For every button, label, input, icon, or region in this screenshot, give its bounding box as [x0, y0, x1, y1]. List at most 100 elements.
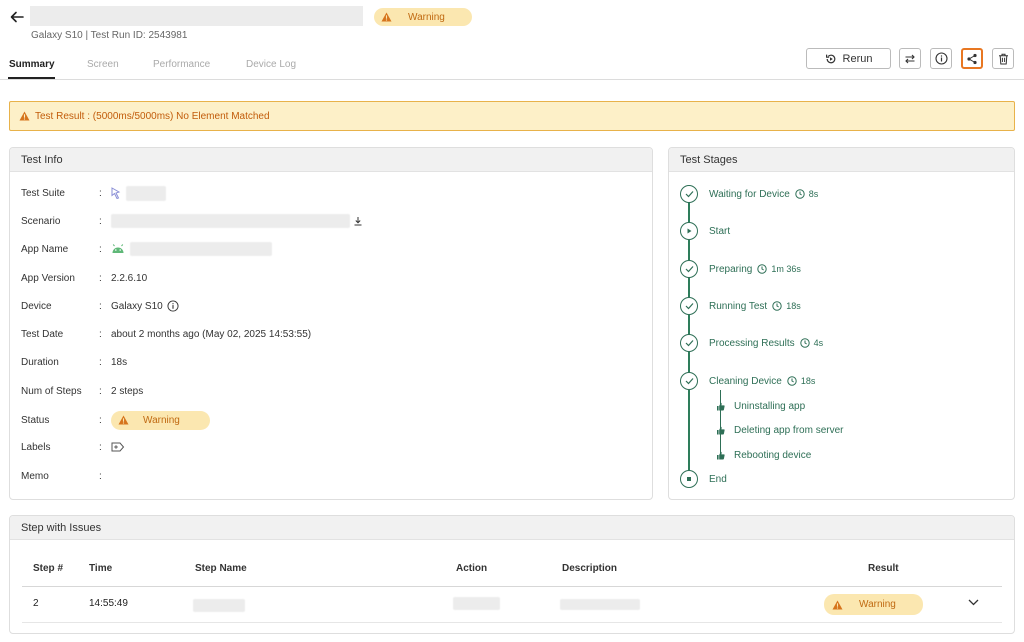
clock-icon — [795, 189, 805, 199]
column-header-time: Time — [89, 563, 113, 574]
stage-duration: 1m 36s — [771, 264, 801, 274]
column-header-description: Description — [562, 563, 618, 574]
info-label: Device — [21, 300, 52, 312]
thumbs-up-icon — [717, 451, 725, 460]
thumbs-up-icon — [717, 426, 725, 435]
status-badge: Warning — [111, 410, 210, 430]
test-title-redacted — [30, 6, 363, 26]
cell-description-redacted — [560, 599, 640, 610]
num-steps-value: 2 steps — [111, 385, 144, 397]
cell-step: 2 — [33, 598, 39, 609]
info-icon — [934, 52, 948, 65]
add-label-icon[interactable] — [111, 441, 125, 453]
substep-label: Uninstalling app — [734, 401, 806, 412]
column-header-action: Action — [456, 563, 488, 574]
info-row-status: Status : Warning — [21, 410, 210, 430]
page-subtitle: Galaxy S10 | Test Run ID: 2543981 — [31, 30, 188, 41]
info-row-scenario: Scenario : — [21, 214, 363, 228]
check-icon — [680, 372, 698, 390]
trash-icon — [998, 53, 1008, 64]
clock-icon — [799, 338, 810, 348]
download-icon[interactable] — [353, 216, 363, 226]
tab-screen[interactable]: Screen — [87, 59, 119, 70]
step-issues-title: Step with Issues — [10, 516, 1014, 540]
stage-label: Preparing — [709, 263, 753, 275]
tab-performance[interactable]: Performance — [153, 59, 210, 70]
compare-icon — [905, 54, 915, 63]
stage-connector — [688, 277, 690, 297]
back-arrow-icon[interactable] — [9, 9, 25, 25]
share-icon — [967, 53, 977, 64]
check-icon — [680, 334, 698, 352]
compare-button[interactable] — [899, 48, 921, 69]
result-label: Warning — [859, 599, 896, 610]
stop-icon — [680, 470, 698, 488]
rerun-label: Rerun — [842, 52, 873, 65]
app-name-redacted — [130, 242, 272, 256]
info-colon: : — [99, 187, 102, 199]
info-label: Labels — [21, 441, 51, 453]
duration-value: 18s — [111, 356, 128, 368]
rerun-button[interactable]: Rerun — [806, 48, 891, 69]
info-colon: : — [99, 356, 102, 368]
warning-icon — [118, 415, 129, 425]
info-row-duration: Duration : 18s — [21, 355, 127, 369]
info-row-test-date: Test Date : about 2 months ago (May 02, … — [21, 327, 311, 341]
info-colon: : — [99, 328, 102, 340]
info-row-memo: Memo : — [21, 469, 111, 483]
stage-preparing: Preparing 1m 36s — [680, 260, 801, 278]
scenario-redacted — [111, 214, 350, 228]
info-label: Duration — [21, 356, 59, 368]
tab-summary[interactable]: Summary — [9, 59, 55, 70]
tab-device-log[interactable]: Device Log — [246, 59, 296, 70]
delete-button[interactable] — [992, 48, 1014, 69]
cell-action-redacted — [453, 597, 500, 610]
stage-label: End — [709, 473, 727, 485]
info-colon: : — [99, 414, 102, 426]
stage-connector — [688, 240, 690, 260]
stage-connector — [688, 202, 690, 222]
test-result-alert: Test Result : (5000ms/5000ms) No Element… — [9, 101, 1015, 131]
info-label: Status — [21, 414, 50, 426]
stage-label: Start — [709, 225, 731, 237]
info-icon[interactable] — [167, 300, 179, 312]
info-label: Scenario — [21, 215, 61, 227]
status-badge-label: Warning — [408, 11, 445, 23]
info-label: App Name — [21, 243, 69, 255]
stage-duration: 4s — [813, 338, 824, 348]
info-label: Memo — [21, 470, 49, 482]
info-row-app-version: App Version : 2.2.6.10 — [21, 271, 147, 285]
share-button[interactable] — [961, 48, 983, 69]
status-value: Warning — [143, 414, 180, 426]
stage-cleaning-device: Cleaning Device 18s — [680, 372, 815, 390]
substep-label: Rebooting device — [734, 450, 812, 461]
info-button[interactable] — [930, 48, 952, 69]
test-info-panel: Test Info Test Suite : Scenario : App Na… — [9, 147, 653, 500]
info-colon: : — [99, 441, 102, 453]
stage-duration: 18s — [800, 376, 816, 386]
info-colon: : — [99, 300, 102, 312]
info-colon: : — [99, 470, 102, 482]
substep-label: Deleting app from server — [734, 425, 844, 436]
substep-deleting-app: Deleting app from server — [716, 425, 844, 436]
info-colon: : — [99, 243, 102, 255]
stage-processing-results: Processing Results 4s — [680, 334, 823, 352]
stage-duration: 18s — [786, 301, 801, 311]
stage-connector — [688, 352, 690, 372]
check-icon — [680, 185, 698, 203]
android-icon — [112, 244, 124, 253]
play-icon — [680, 222, 698, 240]
column-header-step-name: Step Name — [195, 563, 247, 574]
stage-waiting-for-device: Waiting for Device 8s — [680, 185, 818, 203]
table-row-divider — [22, 622, 1002, 623]
info-row-labels: Labels : — [21, 440, 125, 454]
chevron-down-icon[interactable] — [968, 599, 979, 606]
stage-label: Running Test — [709, 300, 768, 312]
info-row-app-name: App Name : — [21, 242, 272, 256]
clock-icon — [787, 376, 797, 386]
info-row-device: Device : Galaxy S10 — [21, 299, 179, 313]
info-label: Test Suite — [21, 187, 65, 199]
info-colon: : — [99, 385, 102, 397]
cell-step-name-redacted — [193, 599, 245, 612]
test-suite-icon — [111, 187, 121, 199]
